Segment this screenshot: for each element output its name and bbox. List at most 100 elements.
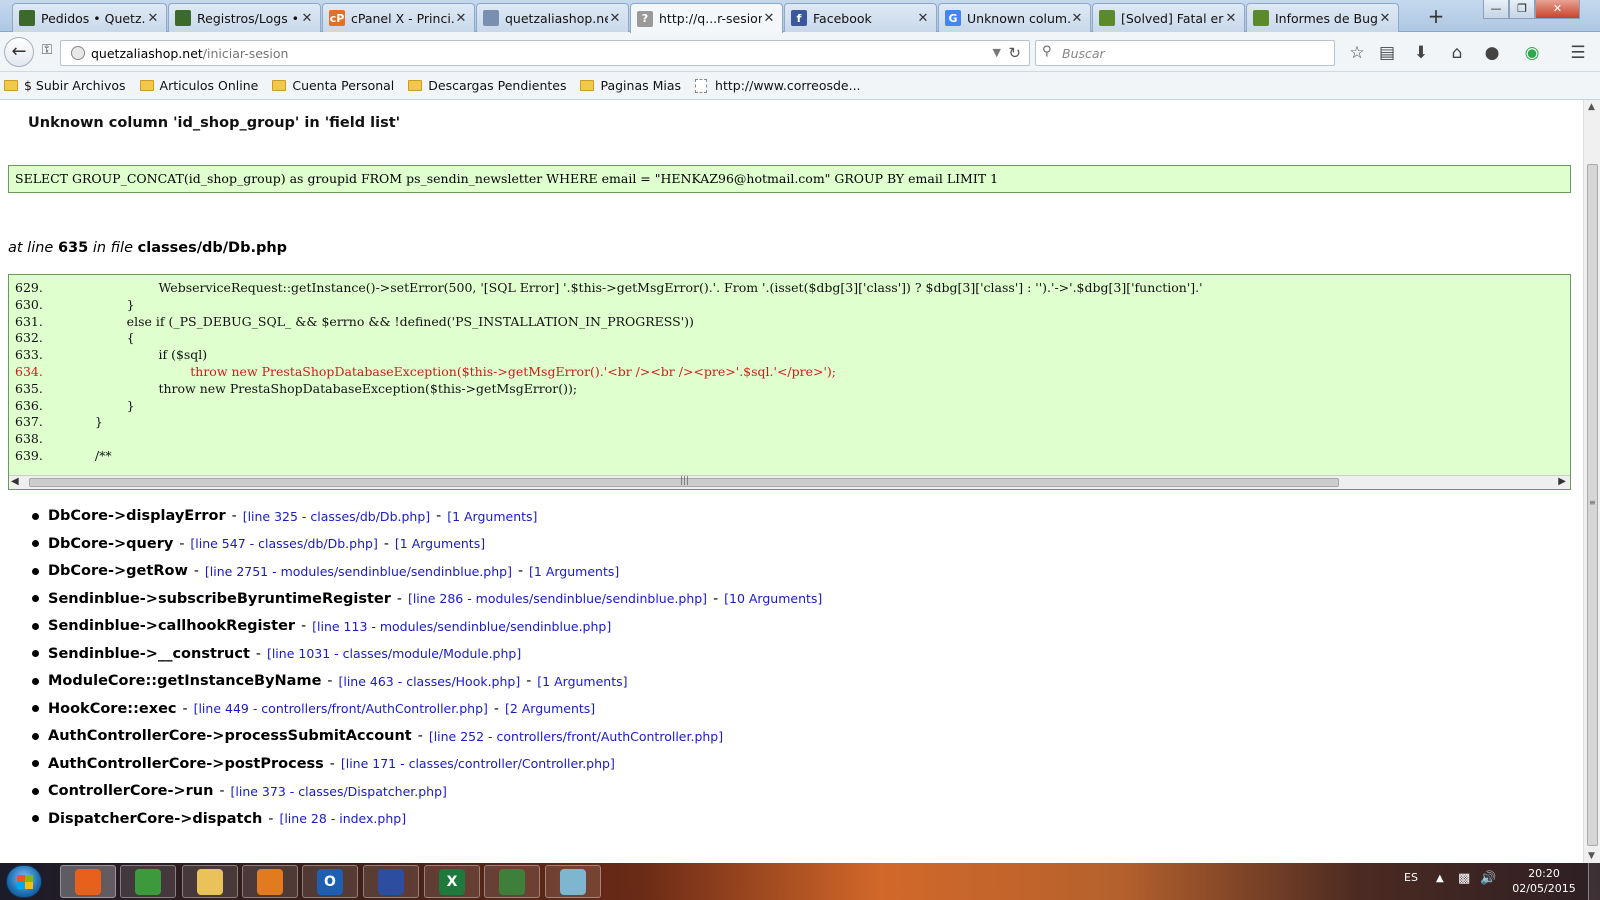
trace-function: ControllerCore->run xyxy=(48,783,214,799)
trace-location-link[interactable]: [line 449 - controllers/front/AuthContro… xyxy=(194,701,488,716)
tab-close-icon[interactable]: ✕ xyxy=(1070,11,1084,26)
tab-8[interactable]: Informes de Bug...✕ xyxy=(1246,3,1399,32)
trace-location-link[interactable]: [line 2751 - modules/sendinblue/sendinbl… xyxy=(205,564,512,579)
page-scroll-thumb[interactable]: ≡ xyxy=(1587,164,1598,846)
taskbar-app-button[interactable] xyxy=(363,865,419,898)
new-tab-button[interactable]: + xyxy=(1425,5,1447,27)
url-bar[interactable]: quetzaliashop.net/iniciar-sesion ▼ ↻ xyxy=(60,40,1030,66)
taskbar-app-button[interactable] xyxy=(60,865,116,898)
minimize-button[interactable]: — xyxy=(1483,0,1509,19)
bookmark-item[interactable]: Articulos Online xyxy=(139,78,258,93)
trace-arguments-link[interactable]: [1 Arguments] xyxy=(395,536,485,551)
scroll-right-icon[interactable]: ▶ xyxy=(1558,476,1566,487)
trace-location-link[interactable]: [line 252 - controllers/front/AuthContro… xyxy=(429,729,723,744)
trace-location-link[interactable]: [line 463 - classes/Hook.php] xyxy=(338,674,520,689)
chrome-icon xyxy=(135,868,161,895)
trace-location-link[interactable]: [line 547 - classes/db/Db.php] xyxy=(190,536,377,551)
tab-close-icon[interactable]: ✕ xyxy=(1224,11,1238,26)
trace-separator: - xyxy=(301,618,307,634)
maximize-button[interactable]: ❐ xyxy=(1509,0,1535,19)
window-close-button[interactable]: ✕ xyxy=(1535,0,1580,19)
tab-close-icon[interactable]: ✕ xyxy=(300,11,314,26)
trace-location-link[interactable]: [line 373 - classes/Dispatcher.php] xyxy=(231,784,447,799)
bookmark-item[interactable]: http://www.correosde... xyxy=(695,78,861,93)
extension-icon[interactable]: ◉ xyxy=(1520,41,1544,65)
trace-separator: - xyxy=(327,673,333,689)
trace-arguments-link[interactable]: [1 Arguments] xyxy=(447,509,537,524)
url-text[interactable]: quetzaliashop.net/iniciar-sesion xyxy=(91,46,288,61)
tab-0[interactable]: Pedidos • Quetz... ✕ xyxy=(12,3,167,32)
facebook-icon: f xyxy=(791,10,807,26)
system-clock[interactable]: 20:20 02/05/2015 xyxy=(1510,866,1578,896)
taskbar-app-button[interactable] xyxy=(484,865,540,898)
tab-3[interactable]: quetzaliashop.ne...✕ xyxy=(476,3,629,32)
scroll-left-icon[interactable]: ◀ xyxy=(11,476,19,487)
taskbar-app-button[interactable] xyxy=(242,865,298,898)
trace-location-link[interactable]: [line 171 - classes/controller/Controlle… xyxy=(341,756,615,771)
key-icon[interactable]: ⚿ xyxy=(36,42,58,62)
bookmark-item[interactable]: Cuenta Personal xyxy=(272,78,394,93)
reading-list-icon[interactable]: ▤ xyxy=(1375,41,1399,65)
tab-close-icon[interactable]: ✕ xyxy=(916,11,930,26)
bookmark-item[interactable]: $ Subir Archivos xyxy=(4,78,126,93)
taskbar-app-button[interactable] xyxy=(182,865,238,898)
taskbar-app-button[interactable] xyxy=(545,865,601,898)
trace-location-link[interactable]: [line 113 - modules/sendinblue/sendinblu… xyxy=(312,619,611,634)
taskbar-app-button[interactable]: X xyxy=(424,865,480,898)
tab-close-icon[interactable]: ✕ xyxy=(146,11,160,26)
trace-location-link[interactable]: [line 28 - index.php] xyxy=(279,811,406,826)
home-icon[interactable]: ⌂ xyxy=(1445,41,1469,65)
bookmark-star-icon[interactable]: ☆ xyxy=(1345,41,1369,65)
bullet-icon xyxy=(32,815,39,822)
start-button[interactable] xyxy=(6,865,42,898)
volume-icon[interactable]: 🔊 xyxy=(1480,871,1496,886)
line-code: { xyxy=(79,330,135,346)
site-globe-icon[interactable] xyxy=(71,46,85,60)
page-vertical-scrollbar[interactable]: ▲ ≡ ▼ xyxy=(1583,100,1600,863)
page-content: Unknown column 'id_shop_group' in 'field… xyxy=(0,100,1583,863)
trace-location-link[interactable]: [line 325 - classes/db/Db.php] xyxy=(243,509,430,524)
tab-close-icon[interactable]: ✕ xyxy=(454,11,468,26)
download-icon[interactable]: ⬇ xyxy=(1409,41,1433,65)
tab-1[interactable]: Registros/Logs • ...✕ xyxy=(168,3,321,32)
show-hidden-icons-icon[interactable]: ▲ xyxy=(1436,873,1444,884)
tab-5[interactable]: f Facebook ✕ xyxy=(784,3,937,32)
folder-icon xyxy=(139,80,154,91)
media-player-icon xyxy=(257,868,283,895)
tab-close-icon[interactable]: ✕ xyxy=(762,11,776,26)
bookmark-item[interactable]: Descargas Pendientes xyxy=(408,78,566,93)
tab-2[interactable]: cP cPanel X - Princi... ✕ xyxy=(322,3,475,32)
code-horizontal-scrollbar[interactable]: ◀ ||| ▶ xyxy=(9,475,1570,489)
code-line: 632. { xyxy=(15,329,135,346)
scroll-up-icon[interactable]: ▲ xyxy=(1588,102,1595,112)
url-history-dropdown-icon[interactable]: ▼ xyxy=(993,46,1001,59)
trace-arguments-link[interactable]: [2 Arguments] xyxy=(505,701,595,716)
back-button[interactable]: ← xyxy=(4,37,34,67)
bookmark-item[interactable]: Paginas Mias xyxy=(580,78,681,93)
language-indicator[interactable]: ES xyxy=(1404,871,1418,884)
network-icon[interactable]: ▩ xyxy=(1458,871,1470,886)
tab-7[interactable]: [Solved] Fatal err...✕ xyxy=(1092,3,1245,32)
show-desktop-button[interactable] xyxy=(1588,863,1600,900)
stack-trace-item: AuthControllerCore->postProcess - [line 17… xyxy=(32,756,615,772)
trace-location-link[interactable]: [line 1031 - classes/module/Module.php] xyxy=(267,646,521,661)
tab-close-icon[interactable]: ✕ xyxy=(608,11,622,26)
trace-arguments-link[interactable]: [10 Arguments] xyxy=(724,591,822,606)
tab-6[interactable]: G Unknown colum... ✕ xyxy=(938,3,1091,32)
tab-4[interactable]: ? http://q...r-sesion ✕ xyxy=(630,3,783,33)
scroll-thumb[interactable]: ||| xyxy=(29,476,1339,487)
tab-close-icon[interactable]: ✕ xyxy=(1378,11,1392,26)
search-bar[interactable]: ⚲ Buscar xyxy=(1035,40,1335,66)
reload-icon[interactable]: ↻ xyxy=(1008,44,1021,62)
line-number: 638. xyxy=(15,431,43,447)
code-line: 637. } xyxy=(15,413,103,430)
trace-function: DbCore->getRow xyxy=(48,563,188,579)
chat-icon[interactable]: ● xyxy=(1480,41,1504,65)
trace-arguments-link[interactable]: [1 Arguments] xyxy=(537,674,627,689)
menu-icon[interactable]: ☰ xyxy=(1566,41,1590,65)
taskbar-app-button[interactable] xyxy=(120,865,176,898)
trace-arguments-link[interactable]: [1 Arguments] xyxy=(529,564,619,579)
taskbar-app-button[interactable]: O xyxy=(302,865,358,898)
trace-location-link[interactable]: [line 286 - modules/sendinblue/sendinblu… xyxy=(408,591,707,606)
scroll-down-icon[interactable]: ▼ xyxy=(1588,851,1595,861)
